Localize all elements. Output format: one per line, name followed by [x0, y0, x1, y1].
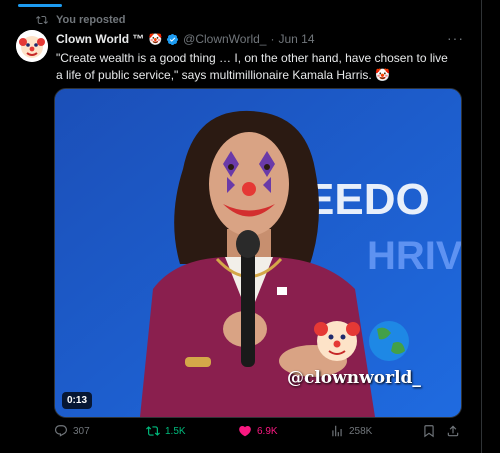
right-panel-edge	[481, 0, 500, 453]
repost-label: You reposted	[56, 14, 126, 26]
repost-context: You reposted	[36, 14, 125, 26]
views-icon	[332, 425, 342, 437]
globe-emoji-overlay	[369, 321, 409, 361]
repost-icon	[36, 15, 48, 25]
repost-button[interactable]: 1.5K	[146, 424, 186, 438]
share-icon	[447, 425, 459, 437]
repost-count: 1.5K	[165, 425, 186, 437]
share-button[interactable]	[446, 424, 460, 438]
views-button[interactable]: 258K	[330, 424, 372, 438]
views-count: 258K	[349, 425, 373, 437]
like-button[interactable]: 6.9K	[238, 424, 278, 438]
bookmark-icon	[424, 425, 434, 438]
like-count: 6.9K	[257, 425, 278, 437]
bookmark-button[interactable]	[422, 424, 436, 438]
active-tab-indicator	[18, 4, 62, 7]
more-options-button[interactable]: ···	[447, 30, 464, 46]
clown-emoji: 🤡	[148, 33, 163, 46]
backdrop-text-1: EEDO	[305, 175, 430, 224]
tweet-text: "Create wealth is a good thing … I, on t…	[56, 51, 448, 82]
repost-icon	[146, 426, 160, 436]
separator: ·	[270, 32, 275, 46]
like-icon	[239, 426, 251, 437]
video-watermark: @clownworld_	[287, 368, 421, 388]
handle[interactable]: @ClownWorld_	[183, 32, 266, 46]
backdrop-text-2: HRIV	[367, 234, 461, 278]
post-date[interactable]: Jun 14	[278, 32, 314, 46]
tweet-header: Clown World ™ 🤡 @ClownWorld_ · Jun 14	[56, 32, 315, 46]
display-name[interactable]: Clown World ™	[56, 32, 144, 46]
action-bar: 307 1.5K 6.9K 258K	[54, 424, 464, 446]
verified-badge-icon	[167, 33, 179, 45]
reply-icon	[55, 425, 67, 437]
reply-button[interactable]: 307	[54, 424, 90, 438]
reply-count: 307	[73, 425, 90, 437]
avatar[interactable]	[16, 30, 48, 62]
video-duration-badge: 0:13	[62, 392, 93, 409]
